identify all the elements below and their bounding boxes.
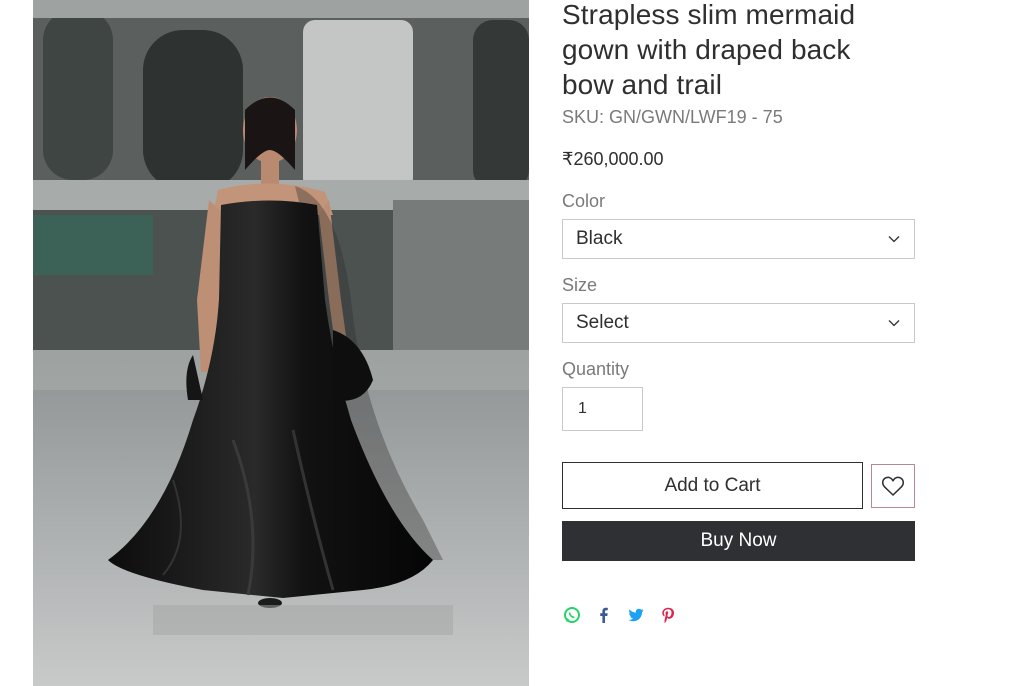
add-to-cart-button[interactable]: Add to Cart — [562, 462, 863, 509]
product-image[interactable] — [33, 0, 529, 686]
pinterest-icon[interactable] — [659, 606, 677, 624]
size-label: Size — [562, 275, 598, 295]
product-details: Strapless slim mermaid gown with draped … — [562, 0, 922, 624]
share-bar — [563, 606, 922, 624]
color-label: Color — [562, 191, 606, 211]
cart-actions: Add to Cart — [562, 462, 922, 509]
wishlist-button[interactable] — [871, 463, 915, 508]
facebook-icon[interactable] — [595, 606, 613, 624]
quantity-input[interactable]: 1 — [562, 387, 643, 431]
chevron-down-icon — [888, 320, 900, 327]
chevron-down-icon — [888, 236, 900, 243]
runway-photo — [33, 0, 529, 686]
product-sku: SKU: GN/GWN/LWF19 - 75 — [562, 107, 783, 127]
product-price: ₹260,000.00 — [562, 149, 664, 169]
buy-now-button[interactable]: Buy Now — [562, 521, 915, 561]
color-select[interactable]: Black — [562, 219, 915, 259]
quantity-label: Quantity — [562, 359, 630, 379]
color-select-value: Black — [576, 228, 623, 249]
size-select-value: Select — [576, 312, 629, 333]
size-select[interactable]: Select — [562, 303, 915, 343]
twitter-icon[interactable] — [627, 606, 645, 624]
whatsapp-icon[interactable] — [563, 606, 581, 624]
product-page: Strapless slim mermaid gown with draped … — [0, 0, 1024, 686]
heart-icon — [881, 476, 905, 496]
product-title: Strapless slim mermaid gown with draped … — [562, 0, 856, 100]
